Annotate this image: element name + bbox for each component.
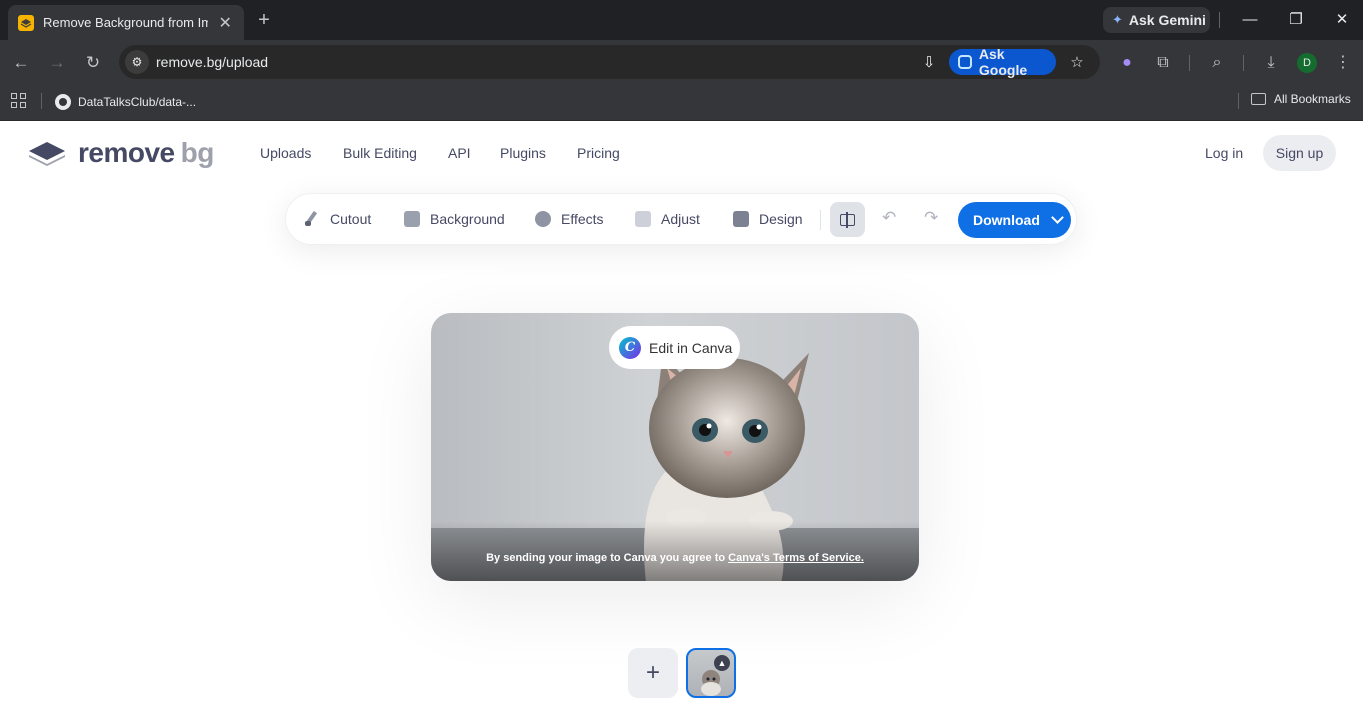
- chevron-up-icon[interactable]: ▲: [714, 655, 730, 671]
- profile-avatar[interactable]: D: [1297, 53, 1317, 73]
- bookmarks-bar: DataTalksClub/data-... All Bookmarks: [0, 85, 1363, 121]
- forward-icon[interactable]: →: [45, 51, 69, 75]
- url-text[interactable]: remove.bg/upload: [156, 54, 268, 70]
- logo-text-remove: remove: [78, 137, 175, 168]
- tool-effects-label: Effects: [561, 211, 604, 227]
- signup-button[interactable]: Sign up: [1263, 135, 1336, 171]
- bookmark-star-icon[interactable]: ☆: [1067, 53, 1087, 73]
- bookmark-datatalksclub[interactable]: DataTalksClub/data-...: [55, 92, 196, 112]
- login-link[interactable]: Log in: [1205, 145, 1243, 161]
- downloads-icon[interactable]: ⤓: [1260, 52, 1282, 74]
- chevron-down-icon: [1051, 211, 1064, 224]
- tool-adjust[interactable]: Adjust: [635, 209, 700, 229]
- editor-toolbar: Cutout Background Effects Adjust Design …: [285, 193, 1077, 245]
- removebg-favicon-icon: [18, 14, 34, 31]
- removebg-logo[interactable]: remove bg: [27, 137, 214, 169]
- new-tab-button[interactable]: +: [252, 8, 276, 32]
- divider: [820, 210, 821, 230]
- compare-icon: [840, 211, 855, 228]
- edit-in-canva-button[interactable]: C Edit in Canva: [609, 326, 740, 369]
- tool-design-label: Design: [759, 211, 803, 227]
- divider: [1219, 12, 1220, 28]
- divider: [1243, 55, 1244, 71]
- github-icon: [55, 94, 71, 110]
- nav-pricing[interactable]: Pricing: [577, 145, 620, 161]
- browser-toolbar: ← → ↻ ⚙ remove.bg/upload ⇩ Ask Google ☆ …: [0, 40, 1363, 85]
- terms-link[interactable]: Canva's Terms of Service.: [728, 552, 864, 564]
- design-icon: [733, 211, 749, 227]
- extension-blob-icon[interactable]: ●: [1116, 52, 1138, 74]
- download-label: Download: [973, 212, 1040, 228]
- divider: [41, 93, 42, 109]
- tool-background-label: Background: [430, 211, 505, 227]
- minimize-icon[interactable]: —: [1239, 9, 1261, 31]
- tool-adjust-label: Adjust: [661, 211, 700, 227]
- nav-bulk-editing[interactable]: Bulk Editing: [343, 145, 417, 161]
- folder-icon: [1251, 93, 1266, 105]
- extensions-puzzle-icon[interactable]: ⧉: [1152, 52, 1174, 74]
- redo-icon[interactable]: ↷: [924, 208, 938, 228]
- nav-uploads[interactable]: Uploads: [260, 145, 311, 161]
- image-thumbnail[interactable]: ▲: [686, 648, 736, 698]
- logo-layers-icon: [29, 142, 65, 166]
- nav-api[interactable]: API: [448, 145, 471, 161]
- compare-button[interactable]: [830, 202, 865, 237]
- tool-cutout[interactable]: Cutout: [304, 209, 371, 229]
- apps-grid-icon[interactable]: [11, 93, 27, 109]
- tab-search-icon[interactable]: ⌕: [1206, 52, 1228, 74]
- back-icon[interactable]: ←: [9, 51, 33, 75]
- undo-icon[interactable]: ↶: [882, 208, 896, 228]
- effects-circle-icon: [535, 211, 551, 227]
- tool-design[interactable]: Design: [733, 209, 803, 229]
- page: remove bg Uploads Bulk Editing API Plugin…: [0, 121, 1363, 715]
- image-icon: [404, 211, 420, 227]
- browser-tab[interactable]: Remove Background from Imag ✕: [8, 5, 244, 40]
- install-app-icon[interactable]: ⇩: [919, 53, 939, 73]
- ask-google-button[interactable]: Ask Google: [949, 46, 1056, 78]
- all-bookmarks[interactable]: All Bookmarks: [1251, 92, 1351, 106]
- tool-effects[interactable]: Effects: [535, 209, 604, 229]
- canva-logo-icon: C: [619, 336, 641, 359]
- edit-in-canva-label: Edit in Canva: [649, 339, 733, 356]
- ask-gemini-button[interactable]: ✦ Ask Gemini: [1103, 7, 1210, 33]
- divider: [1189, 55, 1190, 71]
- menu-kebab-icon[interactable]: ⋮: [1332, 52, 1354, 74]
- tab-title: Remove Background from Imag: [43, 15, 209, 30]
- tab-close-icon[interactable]: ✕: [216, 13, 234, 33]
- add-image-button[interactable]: +: [628, 648, 678, 698]
- canva-terms-text: By sending your image to Canva you agree…: [431, 552, 919, 564]
- restore-icon[interactable]: ❐: [1285, 9, 1307, 31]
- gemini-sparkle-icon: ✦: [1112, 12, 1123, 27]
- browser-tabstrip: Remove Background from Imag ✕ + ✦ Ask Ge…: [0, 0, 1363, 40]
- nav-plugins[interactable]: Plugins: [500, 145, 546, 161]
- ask-google-label: Ask Google: [978, 46, 1028, 78]
- ask-gemini-label: Ask Gemini: [1128, 12, 1206, 28]
- address-bar[interactable]: ⚙ remove.bg/upload ⇩ Ask Google ☆: [119, 45, 1100, 79]
- logo-text-bg: bg: [180, 137, 215, 168]
- site-settings-icon[interactable]: ⚙: [125, 50, 149, 74]
- image-preview[interactable]: C Edit in Canva By sending your image to…: [431, 313, 919, 581]
- tool-background[interactable]: Background: [404, 209, 505, 229]
- tool-cutout-label: Cutout: [330, 211, 372, 227]
- all-bookmarks-label: All Bookmarks: [1274, 92, 1351, 106]
- brush-icon: [304, 211, 320, 227]
- window-close-icon[interactable]: ✕: [1331, 9, 1353, 31]
- adjust-icon: [635, 211, 651, 227]
- download-button[interactable]: Download: [958, 202, 1071, 238]
- bookmark-label: DataTalksClub/data-...: [78, 95, 197, 109]
- google-lens-icon: [958, 55, 972, 69]
- divider: [1238, 93, 1239, 109]
- reload-icon[interactable]: ↻: [81, 51, 105, 75]
- terms-prefix: By sending your image to Canva you agree…: [486, 552, 729, 564]
